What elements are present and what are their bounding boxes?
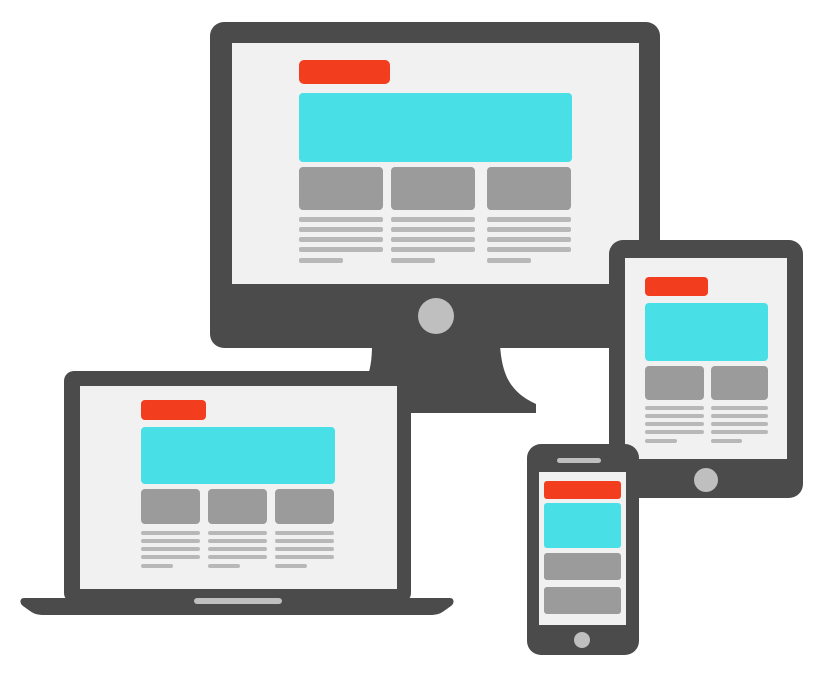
monitor-power-button[interactable] (418, 298, 454, 334)
laptop-card-2 (208, 489, 267, 524)
tablet-hero-block (645, 303, 768, 361)
tablet-header-bar (645, 277, 708, 296)
laptop-card-1 (141, 489, 200, 524)
phone-speaker (557, 458, 601, 463)
monitor-hero-block (299, 93, 572, 162)
desktop-monitor (210, 22, 660, 413)
laptop (20, 371, 454, 615)
monitor-card-2 (391, 167, 475, 210)
phone-card-1 (544, 553, 621, 580)
phone-header-bar (544, 481, 621, 499)
laptop-header-bar (141, 400, 206, 420)
monitor-card-1 (299, 167, 383, 210)
phone-card-2 (544, 587, 621, 614)
responsive-devices-illustration (20, 22, 803, 655)
smartphone (527, 444, 639, 655)
tablet-card-2 (711, 366, 768, 400)
laptop-hero-block (141, 427, 335, 484)
phone-hero-block (544, 503, 621, 548)
laptop-card-3 (275, 489, 334, 524)
laptop-trackpad-notch (194, 598, 282, 604)
tablet-home-button[interactable] (694, 468, 718, 492)
phone-home-button[interactable] (574, 632, 590, 648)
monitor-header-bar (299, 60, 390, 84)
monitor-card-3 (487, 167, 571, 210)
tablet-card-1 (645, 366, 704, 400)
